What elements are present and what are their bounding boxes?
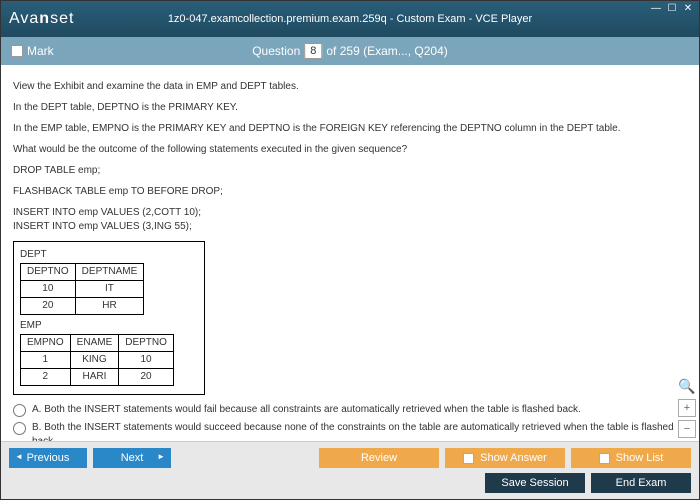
question-header: Mark Question 8 of 259 (Exam..., Q204) [1,37,699,65]
show-answer-checkbox[interactable] [463,453,474,464]
footer: Previous Next Review Show Answer Show Li… [1,441,699,499]
close-icon[interactable]: ✕ [681,3,695,14]
choice-b-text: B. Both the INSERT statements would succ… [32,421,687,441]
zoom-in-button[interactable]: + [678,399,696,417]
window-title: 1z0-047.examcollection.premium.exam.259q… [168,13,532,25]
question-indicator: Question 8 of 259 (Exam..., Q204) [252,43,448,59]
show-answer-button[interactable]: Show Answer [445,448,565,468]
choice-a[interactable]: A. Both the INSERT statements would fail… [13,403,687,417]
mark-label: Mark [27,44,54,58]
mark-checkbox-input[interactable] [11,45,23,57]
choice-b[interactable]: B. Both the INSERT statements would succ… [13,421,687,441]
question-text: View the Exhibit and examine the data in… [13,80,687,94]
sql-statement: INSERT INTO emp VALUES (2,COTT 10); [13,207,201,218]
mark-checkbox[interactable]: Mark [11,44,54,58]
zoom-out-button[interactable]: − [678,420,696,438]
magnify-icon[interactable]: 🔍 [678,378,696,396]
dept-table: DEPTNODEPTNAME 10IT 20HR [20,263,144,315]
save-session-button[interactable]: Save Session [485,473,585,493]
question-text: In the DEPT table, DEPTNO is the PRIMARY… [13,101,687,115]
sql-statement: INSERT INTO emp VALUES (3,ING 55); [13,221,192,232]
maximize-icon[interactable]: ☐ [665,3,679,14]
question-text: What would be the outcome of the followi… [13,143,687,157]
zoom-controls: 🔍 + − [678,378,696,438]
question-content: View the Exhibit and examine the data in… [1,65,699,441]
exhibit: DEPT DEPTNODEPTNAME 10IT 20HR EMP EMPNOE… [13,241,205,395]
question-total: of 259 (Exam..., Q204) [326,44,447,58]
review-button[interactable]: Review [319,448,439,468]
show-list-checkbox[interactable] [599,453,610,464]
show-list-button[interactable]: Show List [571,448,691,468]
minimize-icon[interactable]: — [649,3,663,14]
dept-table-label: DEPT [20,248,174,262]
choice-a-radio[interactable] [13,404,26,417]
previous-button[interactable]: Previous [9,448,87,468]
choice-a-text: A. Both the INSERT statements would fail… [32,403,581,417]
question-text: In the EMP table, EMPNO is the PRIMARY K… [13,122,687,136]
answer-choices: A. Both the INSERT statements would fail… [13,403,687,441]
titlebar: Avanset 1z0-047.examcollection.premium.e… [1,1,699,37]
question-number: 8 [304,43,322,59]
sql-statement: FLASHBACK TABLE emp TO BEFORE DROP; [13,185,687,199]
sql-statement: DROP TABLE emp; [13,164,687,178]
end-exam-button[interactable]: End Exam [591,473,691,493]
next-button[interactable]: Next [93,448,171,468]
choice-b-radio[interactable] [13,422,26,435]
emp-table-label: EMP [20,319,174,333]
app-logo: Avanset [9,10,74,28]
question-label: Question [252,44,300,58]
emp-table: EMPNOENAMEDEPTNO 1KING10 2HARI20 [20,334,174,386]
